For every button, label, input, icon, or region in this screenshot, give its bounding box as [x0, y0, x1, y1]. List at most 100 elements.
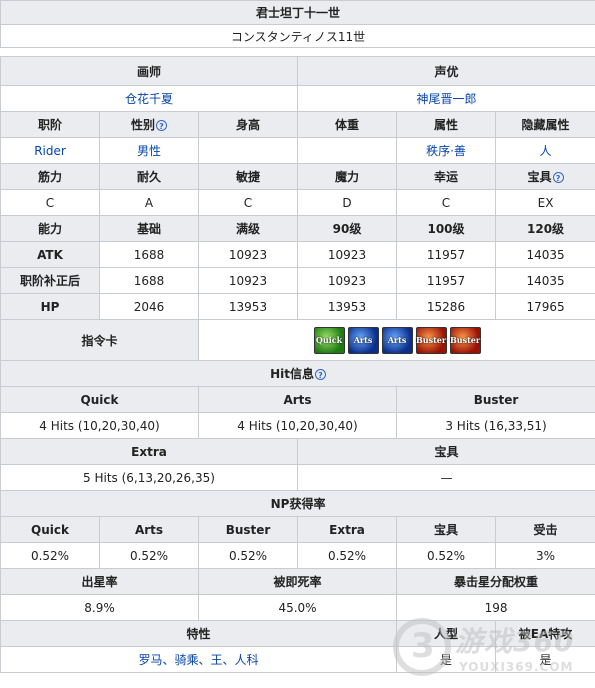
- command-cards: Quick Arts Arts Buster Buster: [200, 326, 595, 354]
- np-gain-label: 宝具: [396, 516, 496, 543]
- ea-target-label: 被EA特攻: [494, 620, 595, 647]
- hit-buster-value: 3 Hits (16,33,51): [395, 412, 595, 439]
- star-weight-value: 198: [395, 594, 595, 621]
- hit-arts-value: 4 Hits (10,20,30,40): [198, 412, 397, 439]
- stats-cell: 11957: [396, 241, 496, 268]
- endurance-value: A: [99, 189, 199, 216]
- stats-cell: 14035: [494, 241, 595, 268]
- command-cards-label: 指令卡: [0, 319, 199, 361]
- hit-extra-label: Extra: [0, 438, 298, 465]
- traits-links[interactable]: 罗马、骑乘、王、人科: [0, 646, 397, 673]
- hit-quick-label: Quick: [0, 386, 199, 413]
- weight-value: [297, 137, 397, 164]
- hit-buster-label: Buster: [395, 386, 595, 413]
- np-gain-value: 3%: [494, 542, 595, 569]
- alignment-link[interactable]: 秩序·善: [396, 137, 496, 164]
- traits-label: 特性: [0, 620, 397, 647]
- hidden-attribute-label: 隐藏属性: [494, 111, 595, 138]
- hit-np-value: —: [296, 464, 595, 491]
- illustrator-label: 画师: [0, 56, 298, 86]
- luck-value: C: [396, 189, 496, 216]
- stats-cell: 10923: [198, 241, 298, 268]
- servant-info-table: 君士坦丁十一世 コンスタンティノス11世 画师 声优 仓花千夏 神尾晋一郎 职阶…: [0, 0, 595, 673]
- section-gap: [0, 47, 595, 57]
- weight-label: 体重: [297, 111, 397, 138]
- stats-cell: 17965: [494, 293, 595, 320]
- servant-japanese-name: コンスタンティノス11世: [0, 24, 595, 48]
- stats-cell: 13953: [297, 293, 397, 320]
- np-gain-label: Arts: [99, 516, 199, 543]
- gender-label: 性别: [130, 118, 155, 132]
- np-gain-label: Quick: [0, 516, 100, 543]
- command-cards-cell: Quick Arts Arts Buster Buster: [197, 319, 595, 361]
- np-gain-value: 0.52%: [99, 542, 199, 569]
- ea-target-value: 是: [494, 646, 595, 673]
- np-gain-label: Extra: [297, 516, 397, 543]
- np-rank-value: EX: [494, 189, 595, 216]
- stats-header: 满级: [198, 215, 298, 242]
- death-rate-label: 被即死率: [198, 568, 397, 595]
- cv-link[interactable]: 神尾晋一郎: [296, 85, 595, 112]
- cv-label: 声优: [296, 56, 595, 86]
- help-icon[interactable]: ?: [156, 120, 167, 131]
- agility-label: 敏捷: [198, 163, 298, 190]
- servant-name: 君士坦丁十一世: [0, 0, 595, 25]
- stats-header: 能力: [0, 215, 100, 242]
- np-gain-value: 0.52%: [198, 542, 298, 569]
- illustrator-link[interactable]: 仓花千夏: [0, 85, 298, 112]
- agility-value: C: [198, 189, 298, 216]
- np-rank-label-cell: 宝具?: [494, 163, 595, 190]
- stats-cell: 15286: [396, 293, 496, 320]
- strength-value: C: [0, 189, 100, 216]
- height-value: [198, 137, 298, 164]
- stats-cell: 1688: [99, 241, 199, 268]
- stats-cell: 14035: [494, 267, 595, 294]
- class-label: 职阶: [0, 111, 100, 138]
- strength-label: 筋力: [0, 163, 100, 190]
- buster-card-icon: Buster: [415, 326, 447, 354]
- hit-info-title-cell: Hit信息?: [0, 360, 595, 387]
- stats-row-label: HP: [0, 293, 100, 320]
- np-gain-label: 受击: [494, 516, 595, 543]
- np-rank-label: 宝具: [527, 170, 552, 184]
- stats-cell: 10923: [297, 267, 397, 294]
- class-link[interactable]: Rider: [0, 137, 100, 164]
- quick-card-icon: Quick: [313, 326, 345, 354]
- humanoid-label: 人型: [396, 620, 496, 647]
- star-rate-label: 出星率: [0, 568, 199, 595]
- hit-quick-value: 4 Hits (10,20,30,40): [0, 412, 199, 439]
- help-icon[interactable]: ?: [552, 172, 564, 183]
- buster-card-icon: Buster: [449, 326, 481, 354]
- np-gain-value: 0.52%: [0, 542, 100, 569]
- mana-value: D: [297, 189, 397, 216]
- luck-label: 幸运: [396, 163, 496, 190]
- hit-info-title: Hit信息: [270, 367, 314, 381]
- stats-cell: 13953: [198, 293, 298, 320]
- height-label: 身高: [198, 111, 298, 138]
- death-rate-value: 45.0%: [198, 594, 397, 621]
- hidden-attribute-link[interactable]: 人: [494, 137, 595, 164]
- hit-extra-value: 5 Hits (6,13,20,26,35): [0, 464, 298, 491]
- np-gain-value: 0.52%: [396, 542, 496, 569]
- stats-header: 基础: [99, 215, 199, 242]
- help-icon[interactable]: ?: [314, 369, 326, 380]
- np-gain-label: Buster: [198, 516, 298, 543]
- stats-cell: 11957: [396, 267, 496, 294]
- star-rate-value: 8.9%: [0, 594, 199, 621]
- stats-row-label: 职阶补正后: [0, 267, 100, 294]
- star-weight-label: 暴击星分配权重: [395, 568, 595, 595]
- gender-link[interactable]: 男性: [99, 137, 199, 164]
- arts-card-icon: Arts: [381, 326, 413, 354]
- stats-row-label: ATK: [0, 241, 100, 268]
- stats-cell: 10923: [198, 267, 298, 294]
- np-gain-value: 0.52%: [297, 542, 397, 569]
- arts-card-icon: Arts: [347, 326, 379, 354]
- stats-header: 90级: [297, 215, 397, 242]
- stats-cell: 1688: [99, 267, 199, 294]
- endurance-label: 耐久: [99, 163, 199, 190]
- hit-arts-label: Arts: [198, 386, 397, 413]
- humanoid-value: 是: [396, 646, 496, 673]
- alignment-label: 属性: [396, 111, 496, 138]
- stats-header: 100级: [396, 215, 496, 242]
- mana-label: 魔力: [297, 163, 397, 190]
